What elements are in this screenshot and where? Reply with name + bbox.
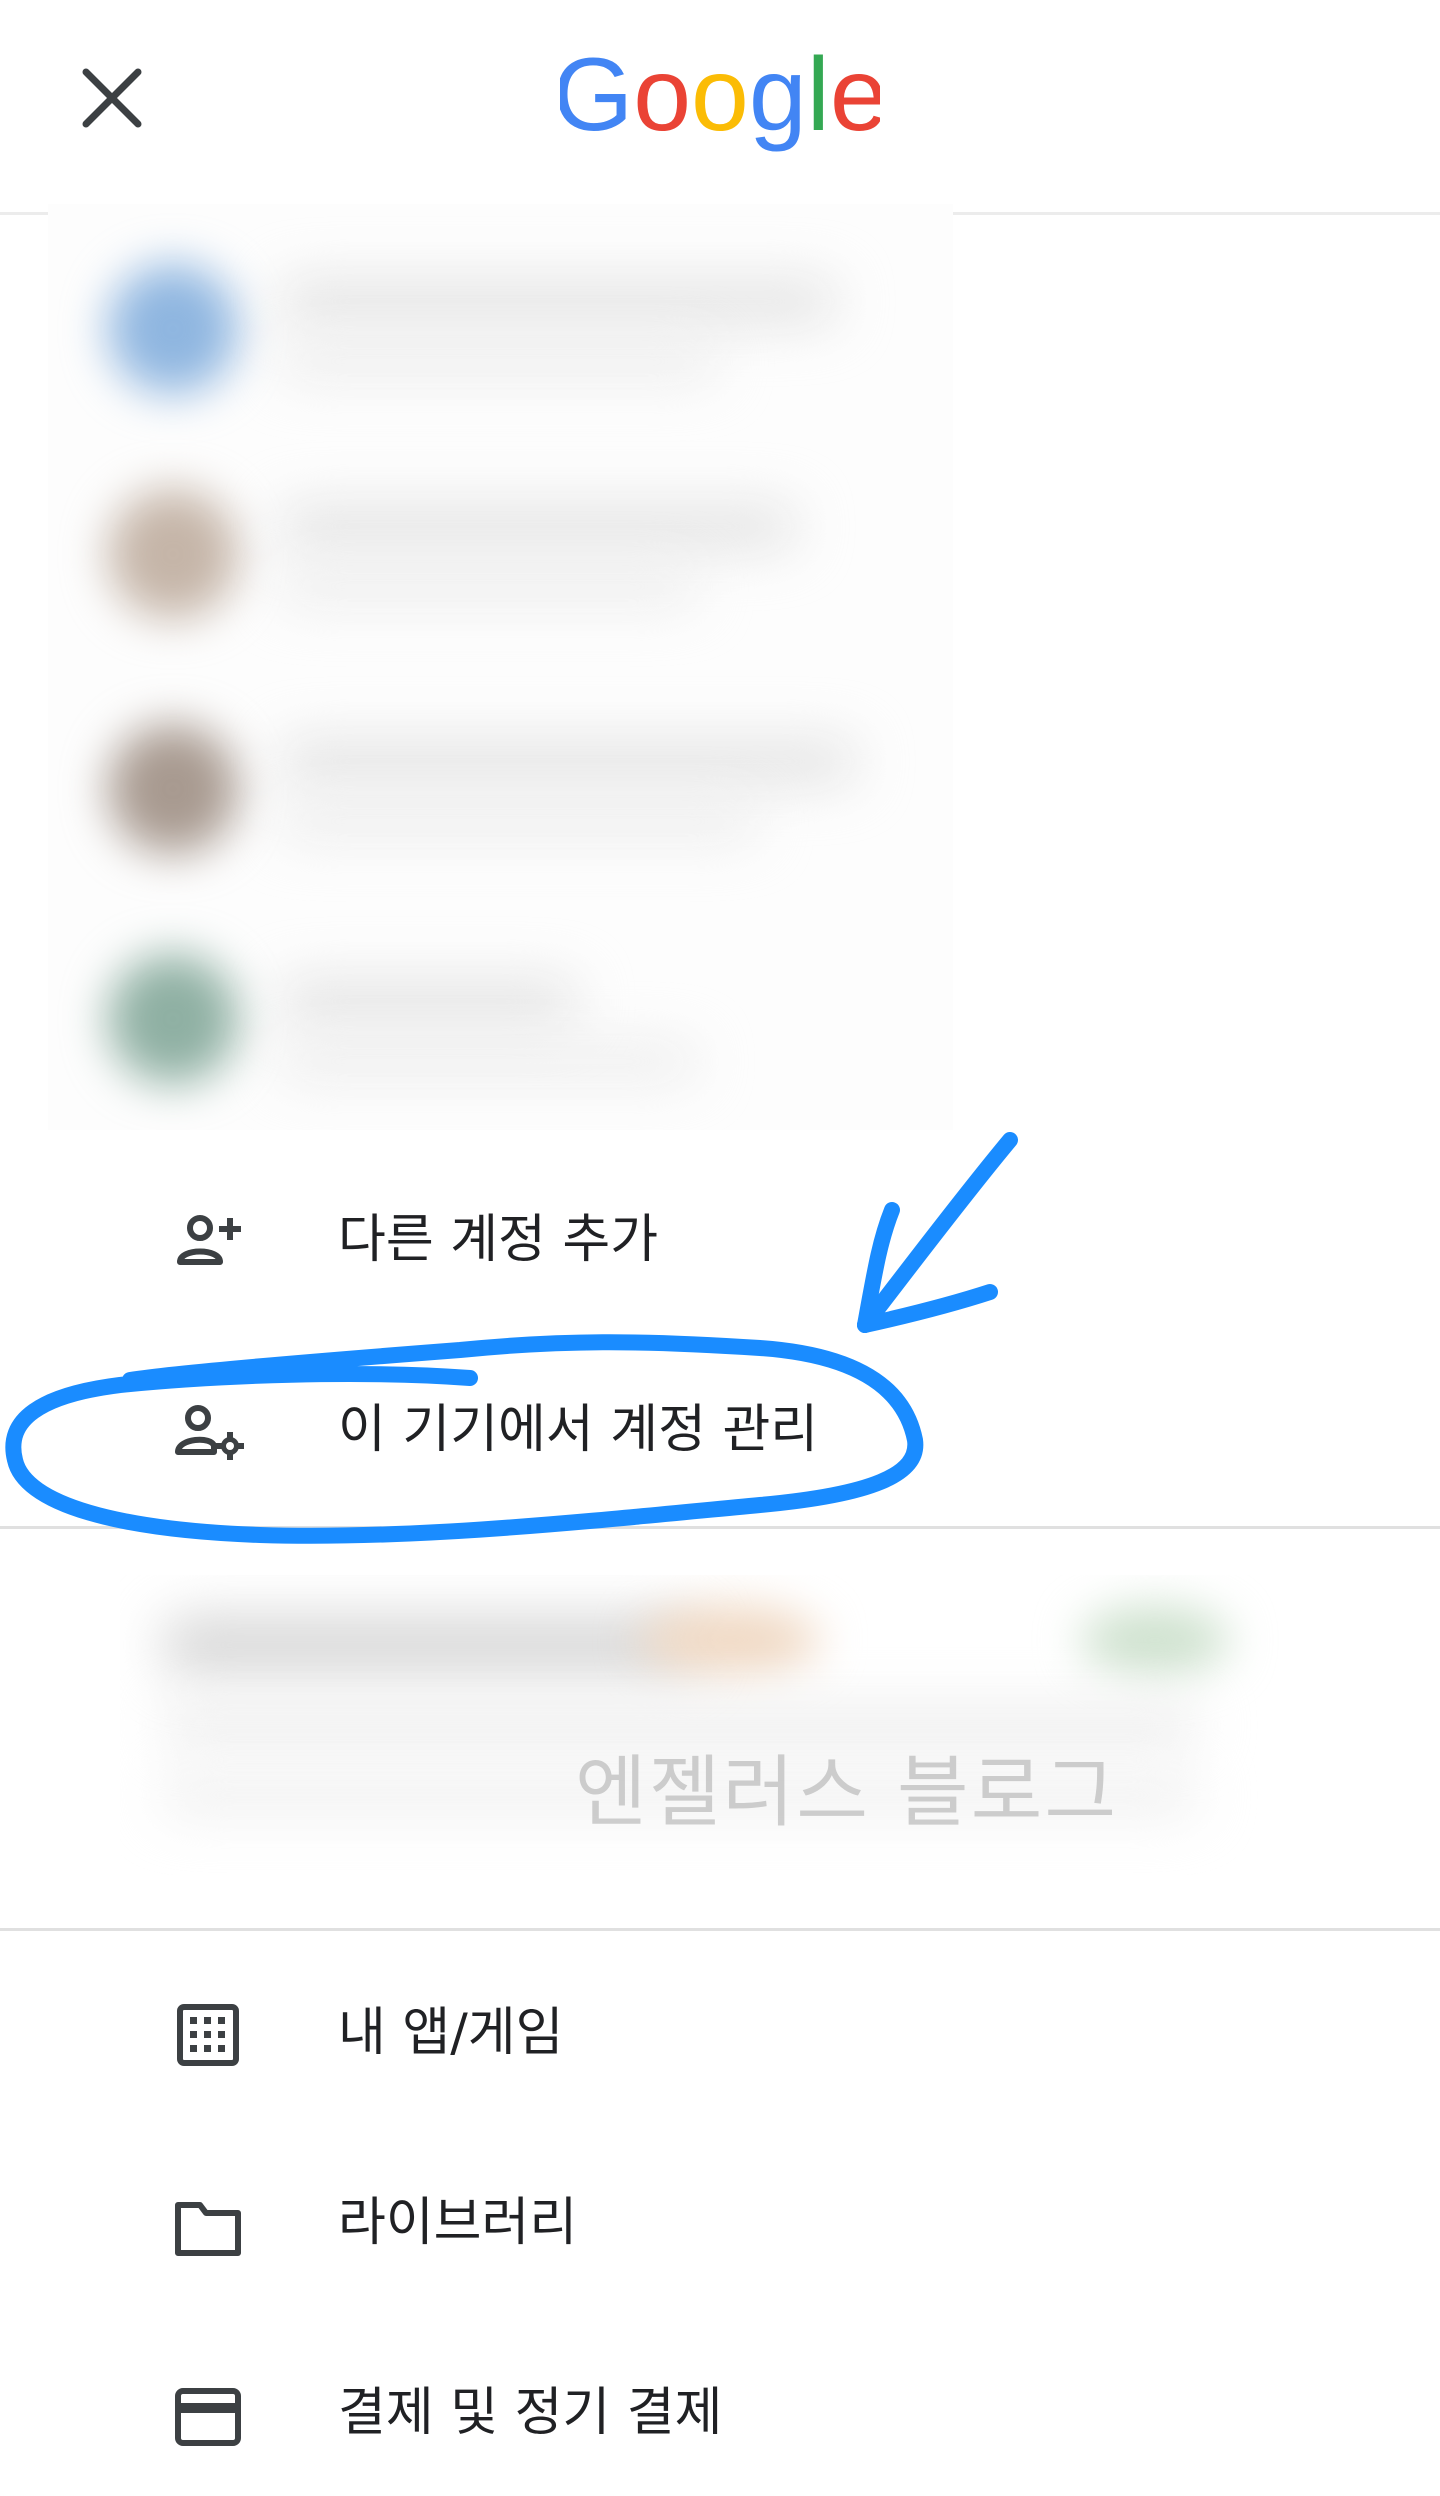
logo-letter: e	[830, 37, 880, 153]
section-divider	[0, 1526, 1440, 1529]
credit-card-icon	[175, 2388, 241, 2446]
google-logo: Google	[560, 37, 880, 153]
account-row[interactable]	[48, 664, 953, 894]
close-button[interactable]	[72, 58, 152, 138]
manage-accounts-icon	[175, 1405, 244, 1460]
add-account-item[interactable]: 다른 계정 추가	[0, 1165, 1440, 1315]
blog-watermark: 엔젤러스 블로그	[575, 1748, 1119, 1838]
manage-accounts-item[interactable]: 이 기기에서 계정 관리	[0, 1355, 1440, 1505]
account-list-blurred	[48, 204, 953, 1130]
logo-letter: G	[560, 37, 633, 153]
library-item[interactable]: 라이브러리	[0, 2140, 1440, 2290]
add-account-label: 다른 계정 추가	[338, 1210, 659, 1270]
payments-subscriptions-label: 결제 및 정기 결제	[338, 2383, 723, 2443]
account-row[interactable]	[48, 434, 953, 664]
logo-letter: g	[749, 37, 807, 153]
section-divider	[0, 1928, 1440, 1931]
apps-grid-icon	[177, 2004, 239, 2066]
folder-icon	[175, 2202, 241, 2256]
close-icon	[82, 68, 142, 128]
person-add-icon	[177, 1215, 241, 1265]
logo-letter: l	[807, 37, 830, 153]
svg-text:Google: Google	[560, 37, 880, 153]
account-row[interactable]	[48, 894, 953, 1124]
library-label: 라이브러리	[338, 2193, 578, 2253]
logo-letter: o	[633, 37, 691, 153]
my-apps-games-label: 내 앱/게임	[338, 2003, 564, 2063]
logo-letter: o	[691, 37, 749, 153]
payments-subscriptions-item[interactable]: 결제 및 정기 결제	[0, 2330, 1440, 2480]
account-row[interactable]	[48, 204, 953, 434]
my-apps-games-item[interactable]: 내 앱/게임	[0, 1950, 1440, 2100]
manage-accounts-label: 이 기기에서 계정 관리	[338, 1400, 819, 1460]
app-header: Google	[0, 0, 1440, 212]
